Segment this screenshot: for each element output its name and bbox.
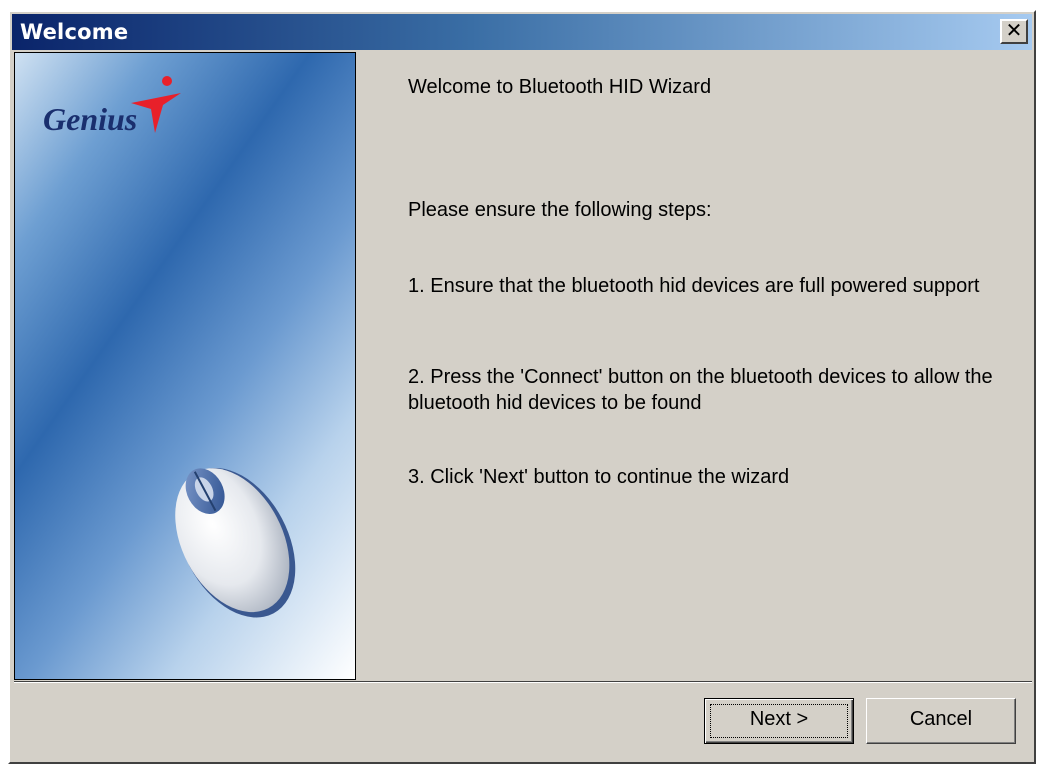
genius-star-figure-icon xyxy=(131,76,181,133)
cancel-button-label: Cancel xyxy=(909,708,973,730)
wizard-banner-image: Genius xyxy=(14,52,356,680)
cancel-button[interactable]: Cancel xyxy=(866,698,1016,744)
next-button[interactable]: Next > xyxy=(704,698,854,744)
title-bar[interactable]: Welcome ✕ xyxy=(12,14,1032,50)
wizard-window: Welcome ✕ Genius Welcome to Bluetooth HI… xyxy=(8,10,1036,764)
logo-text: Genius xyxy=(43,101,138,137)
computer-mouse-icon xyxy=(175,468,296,618)
step-3-text: 3. Click 'Next' button to continue the w… xyxy=(408,466,790,488)
intro-text: Please ensure the following steps: xyxy=(408,199,712,221)
footer-separator xyxy=(14,681,1032,683)
close-button[interactable]: ✕ xyxy=(1000,19,1028,44)
focus-rectangle xyxy=(710,704,848,738)
genius-logo: Genius xyxy=(39,73,209,153)
step-1-text: 1. Ensure that the bluetooth hid devices… xyxy=(408,275,980,297)
window-title: Welcome xyxy=(20,20,129,44)
step-2-text: 2. Press the 'Connect' button on the blu… xyxy=(408,366,993,414)
close-icon: ✕ xyxy=(1005,18,1023,42)
wizard-heading: Welcome to Bluetooth HID Wizard xyxy=(408,76,712,98)
